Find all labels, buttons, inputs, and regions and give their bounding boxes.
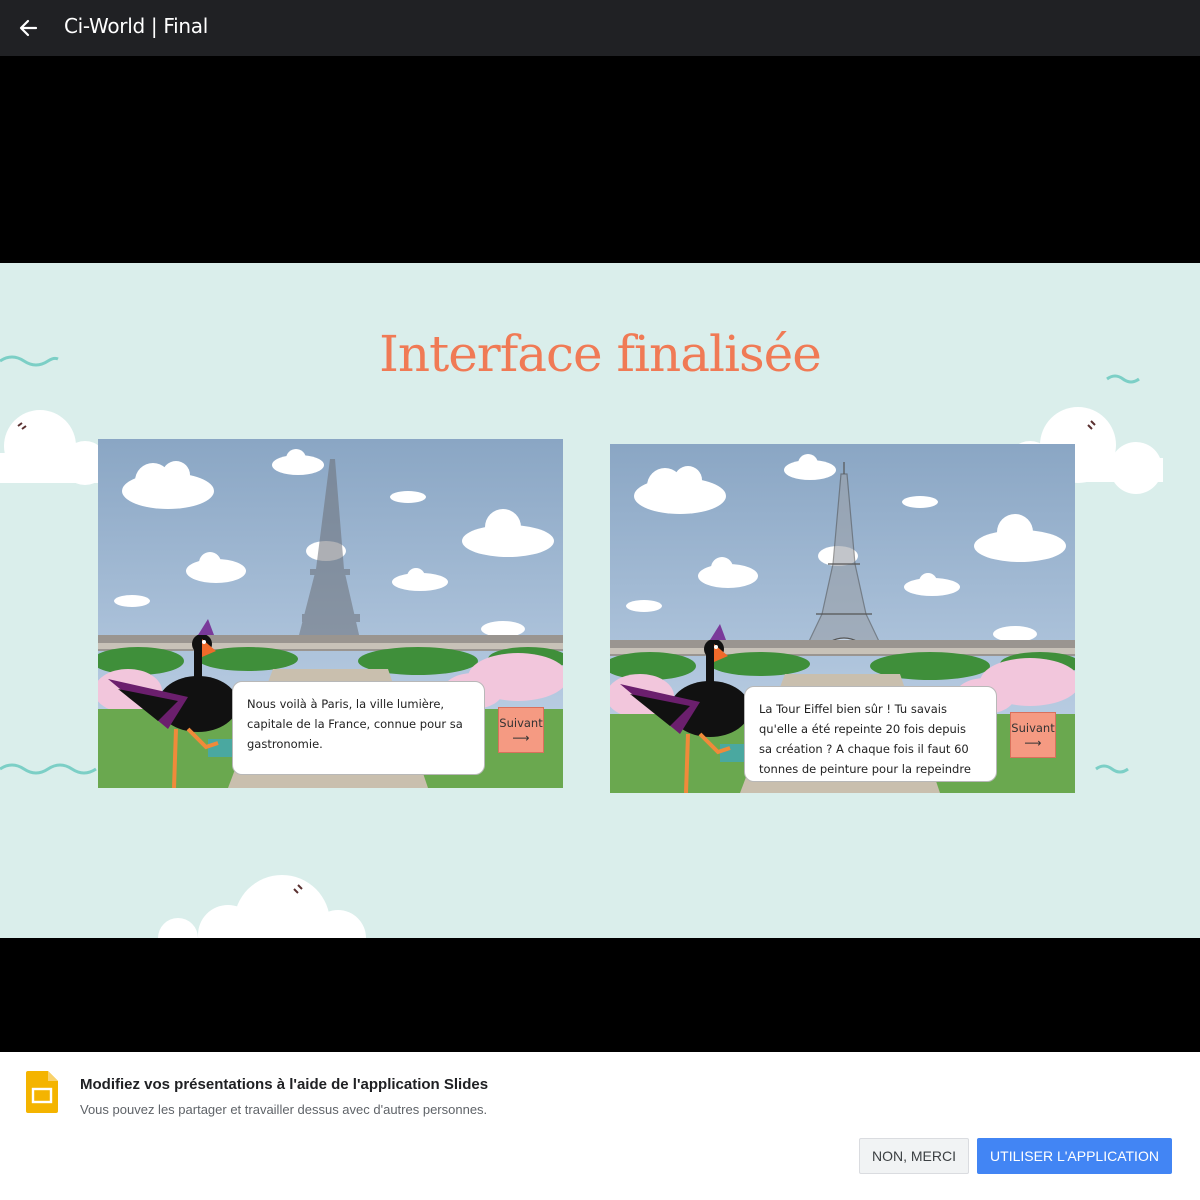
top-bar: Ci-World | Final bbox=[0, 0, 1200, 56]
next-button-label: Suivant bbox=[1011, 721, 1055, 735]
decline-button[interactable]: NON, MERCI bbox=[859, 1138, 969, 1174]
app-promo-banner: Modifiez vos présentations à l'aide de l… bbox=[0, 1052, 1200, 1200]
arrow-right-icon: ⟶ bbox=[512, 731, 530, 745]
back-button[interactable] bbox=[14, 13, 44, 43]
interface-screenshot-2: La Tour Eiffel bien sûr ! Tu savais qu'e… bbox=[610, 444, 1075, 793]
slide-title: Interface finalisée bbox=[379, 325, 822, 383]
dialog-box: Nous voilà à Paris, la ville lumière, ca… bbox=[232, 681, 485, 775]
banner-title: Modifiez vos présentations à l'aide de l… bbox=[80, 1076, 489, 1093]
slide-canvas: Interface finalisée Nous voilà à Paris, … bbox=[0, 263, 1200, 938]
arrow-right-icon: ⟶ bbox=[1024, 736, 1042, 750]
dialog-box: La Tour Eiffel bien sûr ! Tu savais qu'e… bbox=[744, 686, 997, 782]
next-button-label: Suivant bbox=[499, 716, 543, 730]
arrow-left-icon bbox=[19, 19, 38, 37]
interface-screenshot-1: Nous voilà à Paris, la ville lumière, ca… bbox=[98, 439, 563, 788]
next-button[interactable]: Suivant ⟶ bbox=[1010, 712, 1056, 758]
presentation-title: Ci-World | Final bbox=[64, 14, 208, 38]
banner-subtitle: Vous pouvez les partager et travailler d… bbox=[80, 1102, 488, 1117]
next-button[interactable]: Suivant ⟶ bbox=[498, 707, 544, 753]
google-slides-icon bbox=[26, 1071, 58, 1113]
use-app-button[interactable]: UTILISER L'APPLICATION bbox=[977, 1138, 1172, 1174]
